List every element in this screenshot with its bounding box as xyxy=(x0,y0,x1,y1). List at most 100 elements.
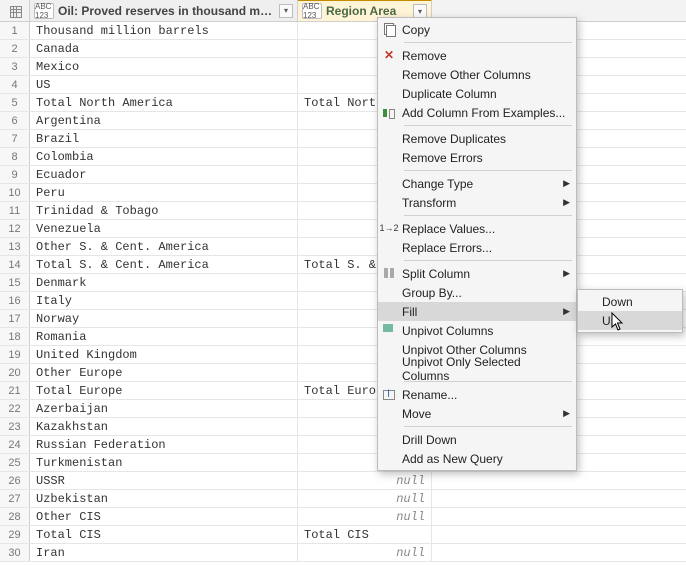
row-number[interactable]: 30 xyxy=(0,544,30,561)
row-number[interactable]: 6 xyxy=(0,112,30,129)
row-number[interactable]: 18 xyxy=(0,328,30,345)
row-number[interactable]: 23 xyxy=(0,418,30,435)
table-row[interactable]: 12Venezuela xyxy=(0,220,686,238)
cell-col1[interactable]: United Kingdom xyxy=(30,346,298,363)
table-row[interactable]: 24Russian Federation xyxy=(0,436,686,454)
table-row[interactable]: 5Total North AmericaTotal North xyxy=(0,94,686,112)
row-number[interactable]: 7 xyxy=(0,130,30,147)
cell-col1[interactable]: Russian Federation xyxy=(30,436,298,453)
menu-change-type[interactable]: Change Type ▶ xyxy=(378,174,576,193)
submenu-fill-up[interactable]: Up xyxy=(578,311,682,330)
menu-group-by[interactable]: Group By... xyxy=(378,283,576,302)
table-row[interactable]: 23Kazakhstan xyxy=(0,418,686,436)
menu-move[interactable]: Move ▶ xyxy=(378,404,576,423)
table-row[interactable]: 11Trinidad & Tobago xyxy=(0,202,686,220)
table-row[interactable]: 19United Kingdom xyxy=(0,346,686,364)
row-number[interactable]: 22 xyxy=(0,400,30,417)
table-row[interactable]: 20Other Europe xyxy=(0,364,686,382)
table-row[interactable]: 21Total EuropeTotal Europe xyxy=(0,382,686,400)
table-row[interactable]: 27Uzbekistannull xyxy=(0,490,686,508)
cell-col1[interactable]: Uzbekistan xyxy=(30,490,298,507)
menu-remove-other-columns[interactable]: Remove Other Columns xyxy=(378,65,576,84)
table-row[interactable]: 14Total S. & Cent. AmericaTotal S. & C xyxy=(0,256,686,274)
row-number[interactable]: 21 xyxy=(0,382,30,399)
row-number[interactable]: 15 xyxy=(0,274,30,291)
cell-col2[interactable]: null xyxy=(298,508,432,525)
cell-col1[interactable]: Canada xyxy=(30,40,298,57)
cell-col1[interactable]: Romania xyxy=(30,328,298,345)
filter-dropdown-icon[interactable]: ▾ xyxy=(279,4,293,18)
cell-col1[interactable]: Total Europe xyxy=(30,382,298,399)
cell-col1[interactable]: Azerbaijan xyxy=(30,400,298,417)
menu-remove-errors[interactable]: Remove Errors xyxy=(378,148,576,167)
row-number[interactable]: 4 xyxy=(0,76,30,93)
menu-drill-down[interactable]: Drill Down xyxy=(378,430,576,449)
row-number[interactable]: 24 xyxy=(0,436,30,453)
menu-remove-duplicates[interactable]: Remove Duplicates xyxy=(378,129,576,148)
table-row[interactable]: 30Irannull xyxy=(0,544,686,562)
cell-col1[interactable]: Colombia xyxy=(30,148,298,165)
table-row[interactable]: 22Azerbaijan xyxy=(0,400,686,418)
cell-col1[interactable]: Argentina xyxy=(30,112,298,129)
row-number[interactable]: 19 xyxy=(0,346,30,363)
menu-replace-values[interactable]: 1→2 Replace Values... xyxy=(378,219,576,238)
menu-transform[interactable]: Transform ▶ xyxy=(378,193,576,212)
table-row[interactable]: 26USSRnull xyxy=(0,472,686,490)
cell-col1[interactable]: Venezuela xyxy=(30,220,298,237)
cell-col2[interactable]: null xyxy=(298,472,432,489)
table-row[interactable]: 9Ecuador xyxy=(0,166,686,184)
cell-col2[interactable]: null xyxy=(298,490,432,507)
cell-col2[interactable]: Total CIS xyxy=(298,526,432,543)
cell-col1[interactable]: Peru xyxy=(30,184,298,201)
menu-add-column-from-examples[interactable]: Add Column From Examples... xyxy=(378,103,576,122)
cell-col1[interactable]: Turkmenistan xyxy=(30,454,298,471)
row-number[interactable]: 5 xyxy=(0,94,30,111)
menu-remove[interactable]: ✕ Remove xyxy=(378,46,576,65)
table-row[interactable]: 8Colombia xyxy=(0,148,686,166)
cell-col1[interactable]: Iran xyxy=(30,544,298,561)
row-number[interactable]: 3 xyxy=(0,58,30,75)
cell-col1[interactable]: Ecuador xyxy=(30,166,298,183)
cell-col2[interactable]: null xyxy=(298,544,432,561)
row-number[interactable]: 17 xyxy=(0,310,30,327)
cell-col1[interactable]: Total North America xyxy=(30,94,298,111)
cell-col1[interactable]: Brazil xyxy=(30,130,298,147)
menu-copy[interactable]: Copy xyxy=(378,20,576,39)
cell-col1[interactable]: Other CIS xyxy=(30,508,298,525)
cell-col1[interactable]: Total CIS xyxy=(30,526,298,543)
menu-split-column[interactable]: Split Column ▶ xyxy=(378,264,576,283)
row-number[interactable]: 28 xyxy=(0,508,30,525)
menu-unpivot-only-selected[interactable]: Unpivot Only Selected Columns xyxy=(378,359,576,378)
cell-col1[interactable]: Other S. & Cent. America xyxy=(30,238,298,255)
row-number[interactable]: 1 xyxy=(0,22,30,39)
menu-unpivot-columns[interactable]: Unpivot Columns xyxy=(378,321,576,340)
cell-col1[interactable]: Thousand million barrels xyxy=(30,22,298,39)
table-row[interactable]: 29Total CISTotal CIS xyxy=(0,526,686,544)
table-row[interactable]: 3Mexico xyxy=(0,58,686,76)
table-row[interactable]: 1Thousand million barrels xyxy=(0,22,686,40)
cell-col1[interactable]: US xyxy=(30,76,298,93)
cell-col1[interactable]: Kazakhstan xyxy=(30,418,298,435)
submenu-fill-down[interactable]: Down xyxy=(578,292,682,311)
row-number[interactable]: 26 xyxy=(0,472,30,489)
cell-col1[interactable]: Other Europe xyxy=(30,364,298,381)
filter-dropdown-icon[interactable]: ▾ xyxy=(413,4,427,18)
table-row[interactable]: 25Turkmenistannull xyxy=(0,454,686,472)
row-number[interactable]: 12 xyxy=(0,220,30,237)
menu-replace-errors[interactable]: Replace Errors... xyxy=(378,238,576,257)
select-all-corner[interactable] xyxy=(0,0,30,21)
table-row[interactable]: 4US xyxy=(0,76,686,94)
column-header-oil-reserves[interactable]: ABC 123 Oil: Proved reserves in thousand… xyxy=(30,0,298,21)
table-row[interactable]: 7Brazil xyxy=(0,130,686,148)
menu-rename[interactable]: Rename... xyxy=(378,385,576,404)
cell-col1[interactable]: Mexico xyxy=(30,58,298,75)
table-row[interactable]: 28Other CISnull xyxy=(0,508,686,526)
menu-duplicate-column[interactable]: Duplicate Column xyxy=(378,84,576,103)
row-number[interactable]: 2 xyxy=(0,40,30,57)
row-number[interactable]: 10 xyxy=(0,184,30,201)
cell-col1[interactable]: Denmark xyxy=(30,274,298,291)
cell-col1[interactable]: USSR xyxy=(30,472,298,489)
row-number[interactable]: 9 xyxy=(0,166,30,183)
cell-col1[interactable]: Trinidad & Tobago xyxy=(30,202,298,219)
cell-col1[interactable]: Total S. & Cent. America xyxy=(30,256,298,273)
